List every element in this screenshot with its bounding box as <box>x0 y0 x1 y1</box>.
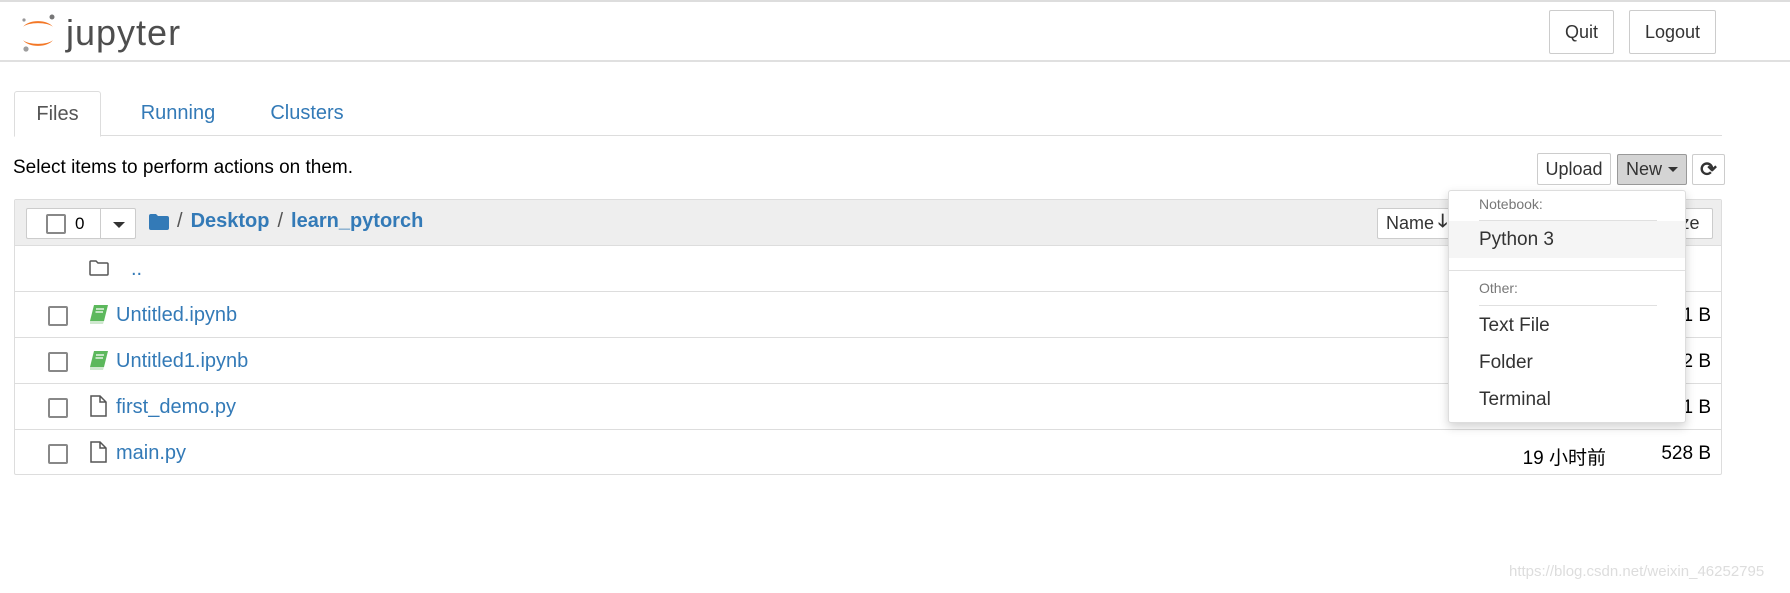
quit-button[interactable]: Quit <box>1549 10 1614 54</box>
watermark: https://blog.csdn.net/weixin_46252795 <box>1509 563 1765 580</box>
logo-text: jupyter <box>66 12 182 53</box>
file-link[interactable]: Untitled.ipynb <box>116 304 237 327</box>
arrow-down-icon: 🡓 <box>1438 210 1448 231</box>
breadcrumb-desktop[interactable]: Desktop <box>191 210 270 233</box>
notebook-icon <box>90 305 108 324</box>
file-modified: 19 小时前 <box>1522 448 1606 469</box>
row-checkbox[interactable] <box>48 352 68 372</box>
parent-directory-link[interactable]: .. <box>131 258 142 281</box>
folder-open-icon <box>89 260 109 276</box>
caret-down-icon <box>113 222 125 228</box>
file-link[interactable]: Untitled1.ipynb <box>116 350 248 373</box>
file-size: 2 B <box>1682 351 1711 372</box>
header: jupyter Quit Logout <box>0 2 1790 62</box>
folder-icon[interactable] <box>149 213 169 230</box>
file-link[interactable]: first_demo.py <box>116 396 236 419</box>
other-section-header: Other: <box>1479 280 1518 296</box>
new-label: New <box>1625 159 1662 179</box>
menu-item-folder[interactable]: Folder <box>1449 344 1685 381</box>
notebook-section-header: Notebook: <box>1479 196 1543 212</box>
select-all-dropdown[interactable]: 0 <box>26 208 136 239</box>
jupyter-logo[interactable]: jupyter <box>20 12 181 54</box>
file-link[interactable]: main.py <box>116 442 186 465</box>
notebook-icon <box>90 351 108 370</box>
select-menu-toggle[interactable] <box>100 209 136 238</box>
refresh-icon: ⟳ <box>1700 159 1717 181</box>
menu-item-terminal[interactable]: Terminal <box>1449 381 1685 418</box>
logout-button[interactable]: Logout <box>1629 10 1716 54</box>
tab-running[interactable]: Running <box>114 91 242 136</box>
selection-hint: Select items to perform actions on them. <box>13 157 354 178</box>
breadcrumb: / Desktop / learn_pytorch <box>149 210 423 233</box>
breadcrumb-separator: / <box>177 210 183 232</box>
file-icon <box>90 395 107 417</box>
divider <box>1449 270 1685 271</box>
row-checkbox[interactable] <box>48 398 68 418</box>
row-checkbox[interactable] <box>48 444 68 464</box>
file-icon <box>90 441 107 463</box>
tab-clusters[interactable]: Clusters <box>242 91 372 136</box>
jupyter-logo-icon <box>22 14 55 52</box>
divider <box>1479 305 1657 306</box>
row-checkbox[interactable] <box>48 306 68 326</box>
upload-button[interactable]: Upload <box>1537 153 1611 185</box>
selected-count: 0 <box>75 214 85 233</box>
new-menu: Notebook: Python 3 Other: Text File Fold… <box>1448 190 1686 423</box>
file-row[interactable]: main.py 19 小时前 528 B <box>15 430 1721 476</box>
new-button[interactable]: New <box>1617 154 1687 185</box>
select-all-checkbox[interactable] <box>46 214 66 234</box>
tab-bar: Files Running Clusters <box>14 91 1722 137</box>
breadcrumb-separator: / <box>277 210 284 232</box>
menu-item-text-file[interactable]: Text File <box>1449 307 1685 344</box>
file-size: 1 B <box>1682 305 1711 326</box>
file-size: 1 B <box>1682 397 1711 418</box>
refresh-button[interactable]: ⟳ <box>1692 154 1725 185</box>
sort-name-label: Name <box>1386 213 1435 233</box>
tab-files[interactable]: Files <box>14 91 101 137</box>
file-size: 528 B <box>1661 443 1711 464</box>
menu-item-python3[interactable]: Python 3 <box>1449 221 1685 258</box>
caret-down-icon <box>1668 167 1678 172</box>
breadcrumb-learn-pytorch[interactable]: learn_pytorch <box>291 210 423 233</box>
